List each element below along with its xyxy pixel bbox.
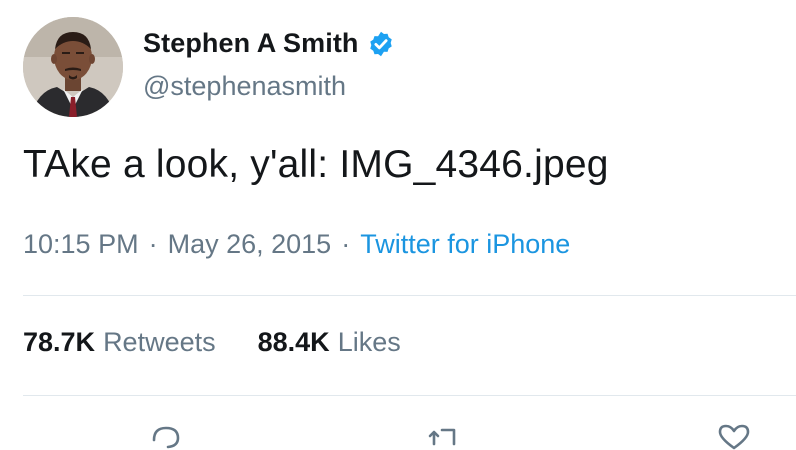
avatar[interactable] xyxy=(23,17,123,117)
tweet-source-link[interactable]: Twitter for iPhone xyxy=(360,229,570,260)
divider xyxy=(23,395,796,396)
display-name[interactable]: Stephen A Smith xyxy=(143,28,359,59)
retweets-stat[interactable]: 78.7K Retweets xyxy=(23,327,216,358)
retweets-label: Retweets xyxy=(103,327,216,357)
like-icon xyxy=(718,424,750,450)
meta-separator: · xyxy=(341,229,351,259)
tweet-time[interactable]: 10:15 PM xyxy=(23,229,139,260)
tweet-date[interactable]: May 26, 2015 xyxy=(168,229,332,260)
tweet-metadata: 10:15 PM · May 26, 2015 · Twitter for iP… xyxy=(23,229,570,260)
like-button[interactable] xyxy=(714,420,754,450)
divider xyxy=(23,295,796,296)
retweets-count: 78.7K xyxy=(23,327,96,357)
engagement-stats: 78.7K Retweets 88.4K Likes xyxy=(23,327,401,358)
tweet-text: TAke a look, y'all: IMG_4346.jpeg xyxy=(23,143,609,186)
reply-icon xyxy=(152,426,180,449)
meta-separator: · xyxy=(148,229,158,259)
likes-label: Likes xyxy=(337,327,401,357)
user-handle[interactable]: @stephenasmith xyxy=(143,71,346,102)
likes-count: 88.4K xyxy=(257,327,330,357)
profile-photo xyxy=(23,17,123,117)
likes-stat[interactable]: 88.4K Likes xyxy=(258,327,401,358)
reply-button[interactable] xyxy=(146,420,186,450)
user-name-row[interactable]: Stephen A Smith xyxy=(143,28,395,59)
retweet-button[interactable] xyxy=(424,420,464,450)
retweet-icon xyxy=(428,428,456,446)
action-bar xyxy=(0,420,796,450)
verified-badge-icon xyxy=(369,31,392,56)
